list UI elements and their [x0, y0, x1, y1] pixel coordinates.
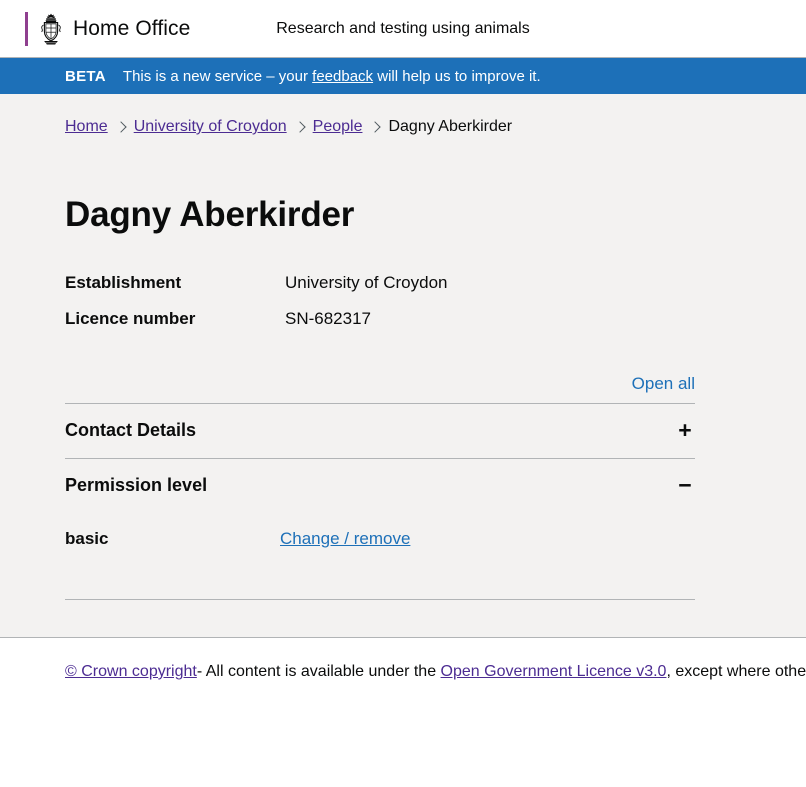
chevron-right-icon	[369, 121, 382, 133]
chevron-right-icon	[293, 121, 306, 133]
footer-licence-text: © Crown copyright- All content is availa…	[65, 663, 806, 681]
footer-text-end: , except where otherwise stated	[666, 663, 806, 680]
beta-tag: BETA	[65, 67, 106, 85]
breadcrumb-item-establishment[interactable]: University of Croydon	[134, 118, 287, 136]
profile-summary-list: Establishment University of Croydon Lice…	[65, 273, 806, 329]
main-content: Home University of Croydon People Dagny …	[0, 94, 806, 638]
plus-icon[interactable]: +	[675, 418, 695, 442]
crown-copyright-link[interactable]: © Crown copyright	[65, 663, 197, 680]
phase-text-before: This is a new service – your	[122, 67, 313, 85]
royal-coat-of-arms-icon	[41, 13, 61, 44]
brand-accent-bar	[25, 11, 28, 46]
site-header: Home Office Research and testing using a…	[0, 0, 806, 58]
accordion: Open all Contact Details + Permission le…	[65, 374, 695, 600]
beta-phase-banner: BETA This is a new service – your feedba…	[0, 58, 806, 94]
service-name-label: Research and testing using animals	[276, 19, 530, 37]
open-government-licence-link[interactable]: Open Government Licence v3.0	[441, 663, 667, 680]
open-all-button[interactable]: Open all	[632, 374, 695, 394]
accordion-section-contact-details: Contact Details +	[65, 402, 695, 458]
accordion-title-permission-level: Permission level	[65, 474, 208, 495]
summary-value-licence-number: SN-682317	[285, 308, 372, 328]
permission-level-value: basic	[65, 528, 109, 548]
brand-name-label: Home Office	[73, 16, 191, 40]
summary-key-establishment: Establishment	[65, 272, 182, 292]
chevron-right-icon	[115, 121, 127, 133]
accordion-bottom-divider	[65, 598, 695, 600]
accordion-content-permission-level: basic Change / remove	[65, 513, 695, 599]
page-root: Home Office Research and testing using a…	[0, 0, 806, 787]
summary-row-establishment: Establishment University of Croydon	[65, 273, 806, 293]
accordion-header-permission-level[interactable]: Permission level −	[65, 459, 695, 513]
site-footer: © Crown copyright- All content is availa…	[0, 638, 806, 787]
footer-text-middle: - All content is available under the	[196, 663, 441, 680]
breadcrumb-item-home[interactable]: Home	[65, 118, 108, 136]
phase-text-after: will help us to improve it.	[373, 67, 541, 85]
permission-action: Change / remove	[280, 529, 410, 549]
phase-banner-text: This is a new service – your feedback wi…	[123, 68, 541, 85]
open-all-wrapper: Open all	[65, 374, 695, 403]
accordion-title-contact-details: Contact Details	[65, 419, 197, 440]
breadcrumb-item-current: Dagny Aberkirder	[388, 118, 513, 135]
breadcrumb-item-people[interactable]: People	[313, 118, 363, 136]
summary-value-establishment: University of Croydon	[285, 272, 448, 292]
breadcrumb: Home University of Croydon People Dagny …	[65, 94, 806, 136]
accordion-header-contact-details[interactable]: Contact Details +	[65, 404, 695, 458]
home-office-brand[interactable]: Home Office	[0, 11, 191, 46]
feedback-link[interactable]: feedback	[312, 68, 373, 85]
page-title: Dagny Aberkirder	[65, 195, 355, 234]
summary-key-licence-number: Licence number	[65, 308, 196, 328]
summary-row-licence-number: Licence number SN-682317	[65, 309, 806, 329]
accordion-section-permission-level: Permission level − basic Change / remove	[65, 457, 695, 599]
minus-icon[interactable]: −	[675, 473, 695, 497]
change-remove-link[interactable]: Change / remove	[280, 529, 410, 548]
permission-row: basic Change / remove	[65, 529, 695, 549]
